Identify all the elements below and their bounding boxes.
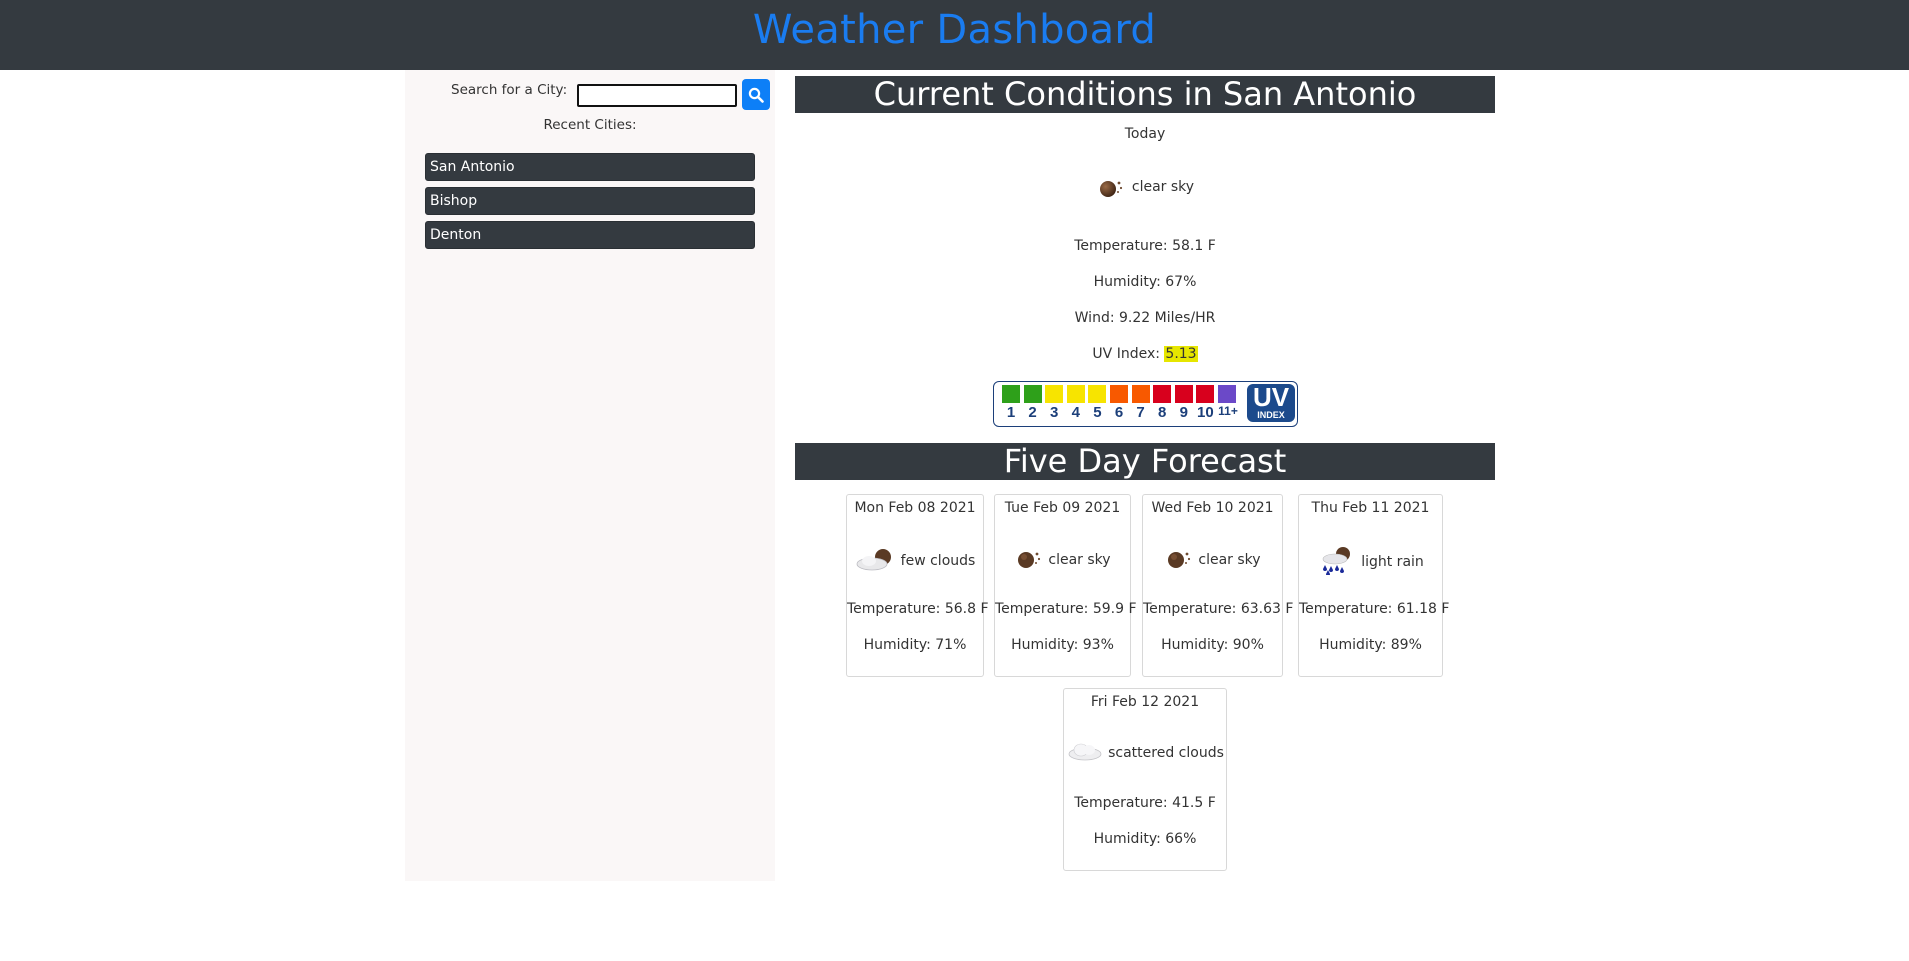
current-condition: clear sky xyxy=(795,174,1495,200)
uv-scale-label: 1 xyxy=(1006,404,1016,421)
uv-scale-swatch xyxy=(1110,385,1128,403)
forecast-humidity: Humidity: 66% xyxy=(1093,831,1197,847)
uv-index-scale: UV INDEX 1 2 3 4 5 6 7 8 9 10 11+ xyxy=(993,381,1298,427)
five-day-forecast-heading: Five Day Forecast xyxy=(795,443,1495,480)
search-button[interactable] xyxy=(742,79,770,110)
forecast-temperature: Temperature: 59.9 F xyxy=(995,601,1137,617)
current-humidity: Humidity: 67% xyxy=(1093,274,1197,290)
forecast-condition: scattered clouds xyxy=(1064,739,1226,767)
search-label: Search for a City: xyxy=(451,82,568,98)
forecast-condition: clear sky xyxy=(1143,545,1282,575)
recent-cities-list: San Antonio Bishop Denton xyxy=(425,153,755,255)
uv-badge-text: UV xyxy=(1252,382,1290,412)
forecast-condition: few clouds xyxy=(847,545,983,577)
page-header: Weather Dashboard xyxy=(0,0,1909,70)
main-content: Current Conditions in San Antonio Today … xyxy=(795,76,1495,871)
recent-city-denton[interactable]: Denton xyxy=(425,221,755,249)
forecast-temperature: Temperature: 56.8 F xyxy=(847,601,989,617)
city-search-input[interactable] xyxy=(577,84,737,107)
forecast-condition: clear sky xyxy=(995,545,1130,575)
uv-scale-label: 2 xyxy=(1028,404,1037,421)
forecast-humidity: Humidity: 93% xyxy=(1011,637,1114,653)
current-wind: Wind: 9.22 Miles/HR xyxy=(1074,310,1216,326)
current-condition-text: clear sky xyxy=(1131,179,1195,195)
forecast-card: Thu Feb 11 2021 light rain Temperature: 61… xyxy=(1298,494,1450,677)
forecast-condition-text: scattered clouds xyxy=(1108,745,1224,761)
scattered-clouds-icon xyxy=(1066,739,1104,767)
page-title: Weather Dashboard xyxy=(752,7,1157,53)
clear-sky-icon xyxy=(1164,545,1194,575)
uv-scale-label: 11+ xyxy=(1218,404,1238,418)
forecast-condition-text: few clouds xyxy=(900,553,976,569)
uv-scale-swatch xyxy=(1066,385,1085,403)
clear-sky-icon xyxy=(1099,181,1123,197)
uv-scale-swatch xyxy=(1002,385,1020,403)
uv-scale-label: 7 xyxy=(1136,404,1145,421)
search-icon xyxy=(748,87,764,103)
uv-index-label: UV Index: xyxy=(1092,346,1165,362)
clear-sky-icon xyxy=(1014,545,1044,575)
uv-scale-swatch xyxy=(1196,385,1215,403)
forecast-temperature: Temperature: 41.5 F xyxy=(1074,795,1216,811)
light-rain-icon xyxy=(1317,545,1357,579)
forecast-card: Wed Feb 10 2021 clear sky Temperature: 63.… xyxy=(1142,494,1294,677)
recent-city-san-antonio[interactable]: San Antonio xyxy=(425,153,755,181)
uv-index-badge: UV INDEX xyxy=(1247,384,1295,422)
forecast-card: Tue Feb 09 2021 clear sky Temperature: 59.… xyxy=(994,494,1137,677)
forecast-humidity: Humidity: 89% xyxy=(1319,637,1422,653)
forecast-temperature: Temperature: 61.18 F xyxy=(1299,601,1450,617)
uv-scale-label: 6 xyxy=(1114,404,1124,421)
uv-scale-swatch xyxy=(1088,385,1107,403)
forecast-condition-text: clear sky xyxy=(1198,552,1261,568)
few-clouds-icon xyxy=(855,545,897,577)
forecast-card: Mon Feb 08 2021 few clouds Temperature: 56… xyxy=(846,494,989,677)
forecast-temperature: Temperature: 63.63 F xyxy=(1143,601,1294,617)
uv-scale-label: 9 xyxy=(1179,404,1188,421)
recent-cities-label: Recent Cities: xyxy=(543,117,637,133)
recent-city-bishop[interactable]: Bishop xyxy=(425,187,755,215)
forecast-date: Mon Feb 08 2021 xyxy=(854,500,976,516)
forecast-date: Tue Feb 09 2021 xyxy=(1004,500,1121,516)
current-day-label: Today xyxy=(1124,126,1166,142)
forecast-humidity: Humidity: 71% xyxy=(863,637,967,653)
forecast-condition: light rain xyxy=(1299,545,1442,579)
uv-scale-label: 3 xyxy=(1050,404,1059,421)
uv-index-value: 5.13 xyxy=(1164,346,1198,362)
uv-scale-swatch xyxy=(1174,385,1193,403)
uv-scale-swatch xyxy=(1218,385,1236,403)
uv-scale-swatch xyxy=(1153,385,1172,403)
uv-scale-label: 8 xyxy=(1158,404,1167,421)
forecast-condition-text: clear sky xyxy=(1048,552,1111,568)
uv-scale-label: 4 xyxy=(1071,404,1080,421)
uv-scale-swatch xyxy=(1023,385,1042,403)
forecast-date: Thu Feb 11 2021 xyxy=(1311,500,1430,516)
current-temperature: Temperature: 58.1 F xyxy=(1074,238,1216,254)
forecast-card: Fri Feb 12 2021 scattered clouds Temperatu… xyxy=(1063,688,1227,871)
uv-scale-label: 5 xyxy=(1093,404,1102,421)
current-conditions-heading: Current Conditions in San Antonio xyxy=(795,76,1495,113)
forecast-date: Fri Feb 12 2021 xyxy=(1090,694,1200,710)
sidebar: Search for a City: Recent Cities: San An… xyxy=(405,70,775,881)
forecast-condition-text: light rain xyxy=(1361,554,1424,570)
forecast-humidity: Humidity: 90% xyxy=(1161,637,1264,653)
uv-scale-label: 10 xyxy=(1197,404,1214,421)
forecast-date: Wed Feb 10 2021 xyxy=(1151,500,1274,516)
current-uv-index: UV Index: 5.13 xyxy=(795,346,1495,362)
uv-scale-swatch xyxy=(1045,385,1064,403)
uv-scale-swatch xyxy=(1131,385,1150,403)
